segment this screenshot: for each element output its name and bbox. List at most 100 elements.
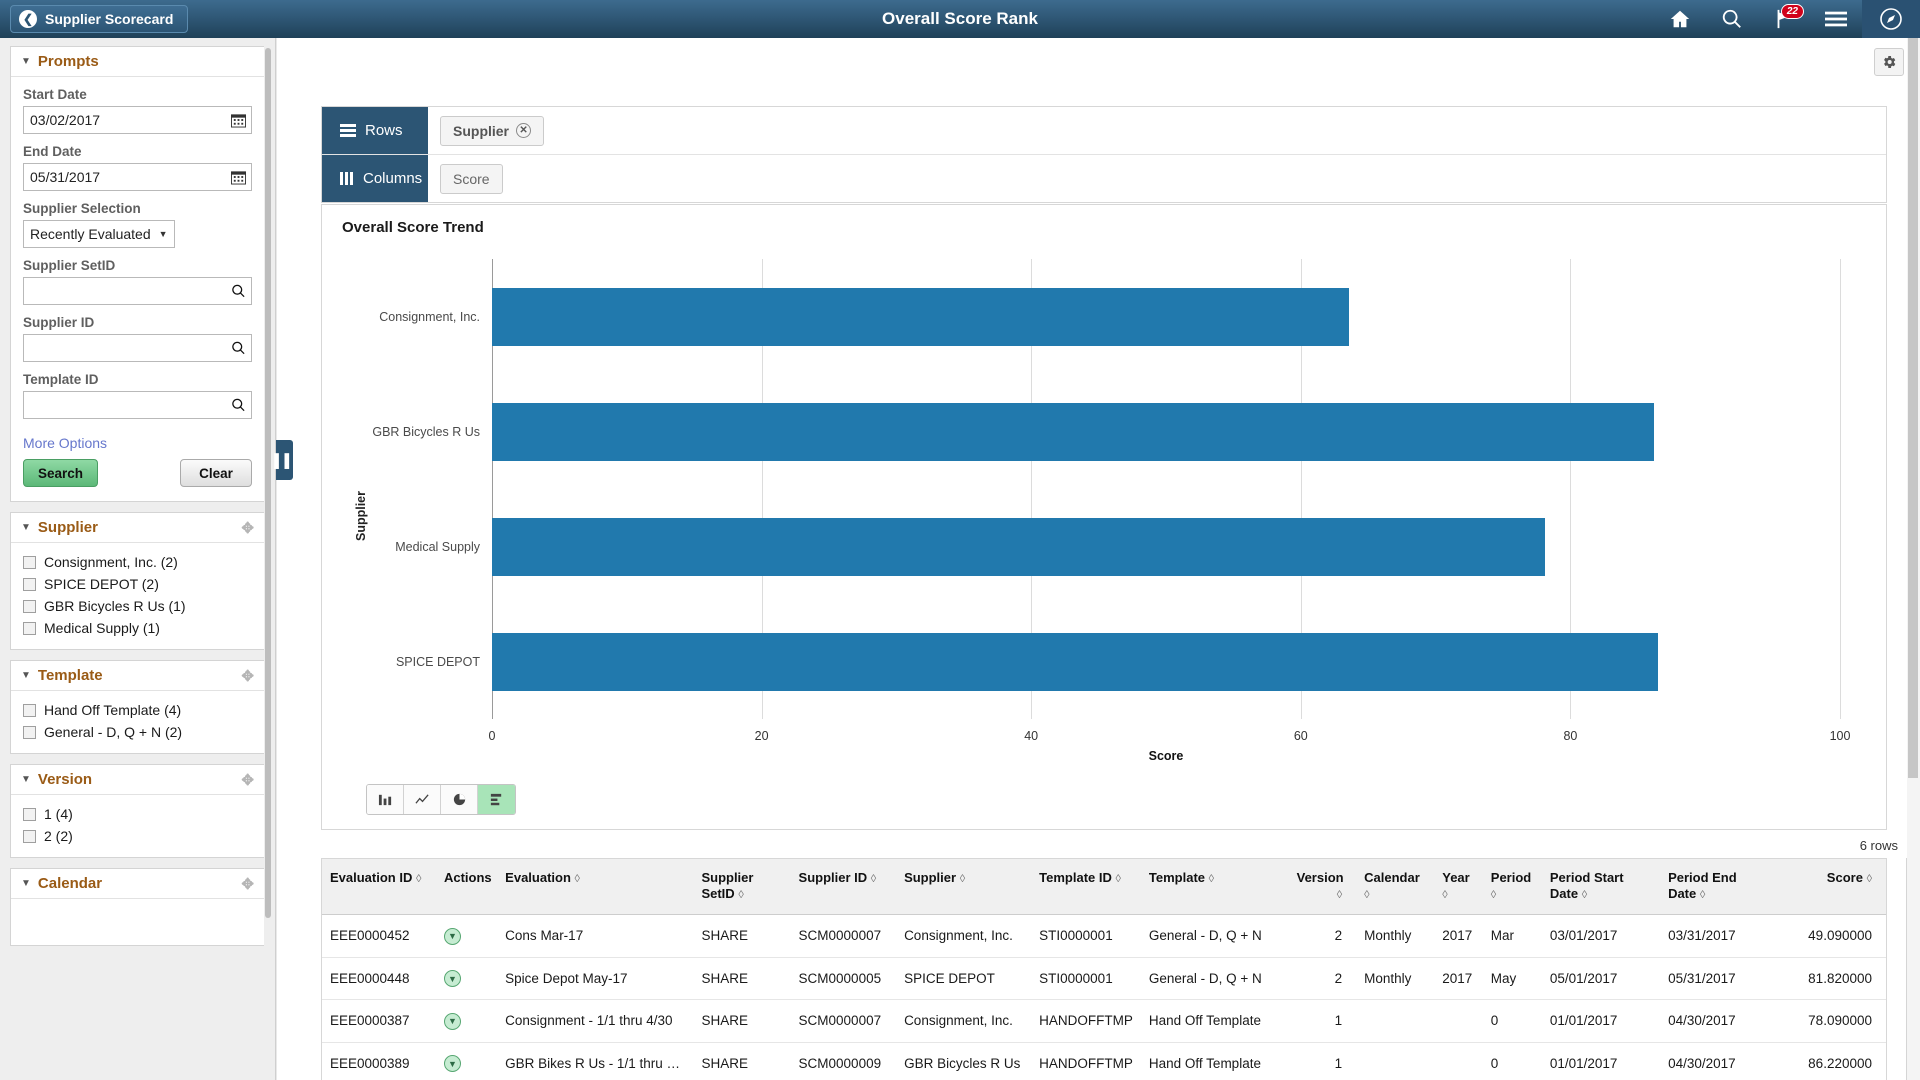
sort-icon[interactable]: ◊ [1700,889,1705,901]
sort-icon[interactable]: ◊ [416,873,421,885]
cell-actions[interactable]: ▼ [436,957,497,1000]
chart-bar[interactable] [492,633,1658,691]
remove-chip-icon[interactable]: ✕ [516,123,531,138]
supplier-setid-input[interactable] [23,277,252,305]
supplier-selection-dropdown[interactable]: Recently Evaluated ▼ [23,220,175,248]
sidebar-scrollbar-thumb[interactable] [265,48,271,918]
back-to-supplier-scorecard-button[interactable]: ❮ Supplier Scorecard [10,5,188,33]
sort-icon[interactable]: ◊ [960,873,965,885]
cell-actions[interactable]: ▼ [436,1042,497,1080]
facet-checkbox[interactable] [23,704,36,717]
settings-gear-icon[interactable] [1874,48,1904,76]
calendar-icon[interactable] [231,170,246,185]
col-evaluation[interactable]: Evaluation ◊ [497,859,693,915]
chart-bar[interactable] [492,518,1545,576]
facet-checkbox[interactable] [23,600,36,613]
end-date-input[interactable] [23,163,252,191]
navigator-compass-icon[interactable] [1862,0,1920,38]
template-id-input[interactable] [23,391,252,419]
cell-actions[interactable]: ▼ [436,1000,497,1043]
facet-option[interactable]: Consignment, Inc. (2) [23,551,252,573]
facet-option[interactable]: GBR Bicycles R Us (1) [23,595,252,617]
col-period[interactable]: Period ◊ [1483,859,1542,915]
facet-header-calendar[interactable]: ▼ Calendar ✥ [11,869,264,899]
facet-checkbox[interactable] [23,830,36,843]
prompts-card-header[interactable]: ▼ Prompts [11,47,264,77]
col-supplier[interactable]: Supplier ◊ [896,859,1031,915]
facet-header-supplier[interactable]: ▼ Supplier ✥ [11,513,264,543]
table-row[interactable]: EEE0000448▼Spice Depot May-17SHARESCM000… [322,957,1886,1000]
pivot-chip-score[interactable]: Score [440,164,503,194]
facet-option[interactable]: Hand Off Template (4) [23,699,252,721]
col-evaluation-id[interactable]: Evaluation ID ◊ [322,859,436,915]
start-date-input[interactable] [23,106,252,134]
table-row[interactable]: EEE0000389▼GBR Bikes R Us - 1/1 thru 4/3… [322,1042,1886,1080]
pivot-chip-supplier[interactable]: Supplier ✕ [440,116,544,146]
page-scrollbar-track[interactable] [1907,38,1920,1080]
more-options-link[interactable]: More Options [23,435,252,451]
supplier-id-input[interactable] [23,334,252,362]
row-actions-icon[interactable]: ▼ [444,1055,461,1072]
page-scrollbar-thumb[interactable] [1908,38,1918,778]
search-button[interactable]: Search [23,459,98,487]
flag-notification-icon[interactable]: 22 [1758,0,1810,38]
hamburger-menu-icon[interactable] [1810,0,1862,38]
cell-actions[interactable]: ▼ [436,915,497,958]
sort-icon[interactable]: ◊ [1337,889,1342,901]
facet-checkbox[interactable] [23,578,36,591]
sort-icon[interactable]: ◊ [738,889,743,901]
sort-icon[interactable]: ◊ [1582,889,1587,901]
facet-option[interactable]: 1 (4) [23,803,252,825]
facet-header-template[interactable]: ▼ Template ✥ [11,661,264,691]
sort-icon[interactable]: ◊ [871,873,876,885]
chart-bar[interactable] [492,403,1654,461]
facet-option[interactable]: 2 (2) [23,825,252,847]
col-year[interactable]: Year ◊ [1434,859,1483,915]
col-calendar[interactable]: Calendar ◊ [1356,859,1434,915]
sort-icon[interactable]: ◊ [1115,873,1120,885]
chart-bar[interactable] [492,288,1349,346]
drag-move-icon[interactable]: ✥ [241,667,254,685]
table-row[interactable]: EEE0000387▼Consignment - 1/1 thru 4/30SH… [322,1000,1886,1043]
sidebar-collapse-handle[interactable]: ▌▌ [276,440,293,480]
facet-option[interactable]: General - D, Q + N (2) [23,721,252,743]
sort-icon[interactable]: ◊ [1867,873,1872,885]
lookup-search-icon[interactable] [231,398,246,413]
horizontal-bar-chart-icon[interactable] [478,785,515,814]
row-actions-icon[interactable]: ▼ [444,970,461,987]
home-icon[interactable] [1654,0,1706,38]
facet-option[interactable]: SPICE DEPOT (2) [23,573,252,595]
row-actions-icon[interactable]: ▼ [444,1013,461,1030]
col-template-id[interactable]: Template ID ◊ [1031,859,1141,915]
drag-move-icon[interactable]: ✥ [241,875,254,893]
sort-icon[interactable]: ◊ [1209,873,1214,885]
facet-checkbox[interactable] [23,726,36,739]
drag-move-icon[interactable]: ✥ [241,519,254,537]
sort-icon[interactable]: ◊ [1491,889,1496,901]
facet-header-version[interactable]: ▼ Version ✥ [11,765,264,795]
col-supplier-setid[interactable]: Supplier SetID ◊ [693,859,790,915]
table-row[interactable]: EEE0000452▼Cons Mar-17SHARESCM0000007Con… [322,915,1886,958]
lookup-search-icon[interactable] [231,341,246,356]
sort-icon[interactable]: ◊ [1364,889,1369,901]
facet-checkbox[interactable] [23,556,36,569]
col-score[interactable]: Score ◊ [1770,859,1886,915]
col-period-start-date[interactable]: Period Start Date ◊ [1542,859,1660,915]
lookup-search-icon[interactable] [231,284,246,299]
col-version[interactable]: Version ◊ [1289,859,1357,915]
facet-checkbox[interactable] [23,622,36,635]
calendar-icon[interactable] [231,113,246,128]
col-period-end-date[interactable]: Period End Date ◊ [1660,859,1770,915]
sort-icon[interactable]: ◊ [575,873,580,885]
facet-option[interactable]: Medical Supply (1) [23,617,252,639]
drag-move-icon[interactable]: ✥ [241,771,254,789]
facet-checkbox[interactable] [23,808,36,821]
search-icon[interactable] [1706,0,1758,38]
vertical-bar-chart-icon[interactable] [367,785,404,814]
col-template[interactable]: Template ◊ [1141,859,1289,915]
clear-button[interactable]: Clear [180,459,252,487]
line-chart-icon[interactable] [404,785,441,814]
sidebar-scrollbar-track[interactable] [264,46,272,1080]
col-supplier-id[interactable]: Supplier ID ◊ [791,859,897,915]
sort-icon[interactable]: ◊ [1442,889,1447,901]
